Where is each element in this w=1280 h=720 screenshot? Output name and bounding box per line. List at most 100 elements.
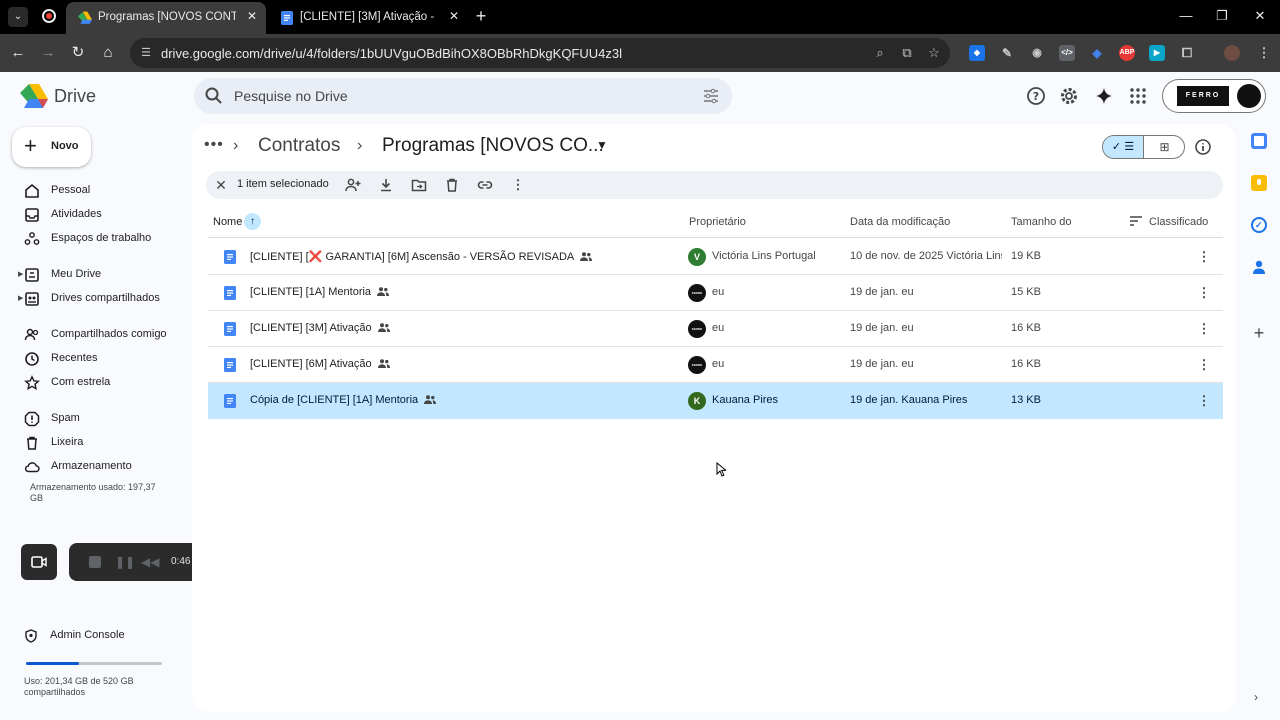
list-view-button[interactable]: ✓ ☰ xyxy=(1103,136,1144,158)
close-tab-icon[interactable]: ✕ xyxy=(244,8,260,24)
browser-tab-docs[interactable]: [CLIENTE] [3M] Ativação - Google Docs ✕ xyxy=(268,2,468,34)
reload-icon[interactable]: ↻ xyxy=(67,42,89,64)
camera-extension-icon[interactable]: ◉ xyxy=(1029,45,1045,61)
minimize-icon[interactable]: — xyxy=(1176,6,1196,26)
sidebar-item-meu-drive[interactable]: ▶ Meu Drive xyxy=(18,264,188,286)
close-window-icon[interactable]: ✕ xyxy=(1250,6,1270,26)
stop-icon[interactable] xyxy=(87,554,103,570)
table-row[interactable]: [CLIENTE] [❌ GARANTIA] [6M] Ascensão - V… xyxy=(208,239,1223,275)
sidebar-item-drives-compartilhados[interactable]: ▶ Drives compartilhados xyxy=(18,288,188,310)
admin-console-link[interactable]: Admin Console xyxy=(18,626,178,646)
install-app-icon[interactable]: ⧉ xyxy=(899,45,915,61)
expand-arrow-icon[interactable]: ▶ xyxy=(18,294,23,302)
sort-options-icon[interactable] xyxy=(1130,216,1142,226)
add-app-icon[interactable]: + xyxy=(1251,324,1267,342)
sidebar-item-atividades[interactable]: Atividades xyxy=(18,204,188,226)
table-row[interactable]: [CLIENTE] [3M] Ativação FERRO eu 19 de jan.… xyxy=(208,311,1223,347)
forward-icon[interactable]: → xyxy=(37,42,59,64)
restore-icon[interactable]: ❐ xyxy=(1212,6,1232,26)
search-bar[interactable] xyxy=(194,78,732,114)
close-icon[interactable]: ✕ xyxy=(212,176,230,194)
breadcrumb-item[interactable]: Contratos xyxy=(258,135,340,157)
apps-grid-icon[interactable] xyxy=(1128,86,1148,106)
more-options-icon[interactable]: ⋮ xyxy=(1196,249,1212,265)
column-name[interactable]: Nome xyxy=(213,216,242,228)
more-actions-icon[interactable]: ⋮ xyxy=(510,177,526,193)
breadcrumb-current[interactable]: Programas [NOVOS CO... xyxy=(382,135,604,157)
share-add-person-icon[interactable] xyxy=(345,177,361,193)
zoom-icon[interactable]: ⌕ xyxy=(872,45,888,61)
caret-down-icon[interactable]: ▼ xyxy=(596,138,608,152)
sidebar-item-armazenamento[interactable]: Armazenamento xyxy=(18,456,188,478)
extensions-puzzle-icon[interactable]: ⧠ xyxy=(1179,45,1195,61)
trash-icon[interactable] xyxy=(444,177,460,193)
sidebar-item-lixeira[interactable]: Lixeira xyxy=(18,432,188,454)
browser-tab-drive[interactable]: Programas [NOVOS CONTRATOS] ✕ xyxy=(66,2,266,34)
rewind-icon[interactable]: ◀◀ xyxy=(141,554,159,570)
contacts-app-icon[interactable] xyxy=(1251,259,1267,275)
download-icon[interactable] xyxy=(378,177,394,193)
column-modified[interactable]: Data da modificação xyxy=(850,216,950,228)
file-name[interactable]: [CLIENTE] [3M] Ativação xyxy=(250,322,390,334)
account-chip[interactable]: FERRO xyxy=(1162,79,1266,113)
back-icon[interactable]: ← xyxy=(7,42,29,64)
more-options-icon[interactable]: ⋮ xyxy=(1196,321,1212,337)
gemini-spark-icon[interactable] xyxy=(1094,86,1114,106)
column-owner[interactable]: Proprietário xyxy=(689,216,746,228)
search-input[interactable] xyxy=(234,78,674,114)
more-options-icon[interactable]: ⋮ xyxy=(1196,285,1212,301)
file-name[interactable]: [CLIENTE] [❌ GARANTIA] [6M] Ascensão - V… xyxy=(250,250,593,263)
keep-app-icon[interactable] xyxy=(1251,175,1267,191)
sidebar-item-compartilhados-comigo[interactable]: Compartilhados comigo xyxy=(18,324,188,346)
table-row[interactable]: Cópia de [CLIENTE] [1A] Mentoria K Kauana … xyxy=(208,383,1223,419)
sidebar-item-espacos[interactable]: Espaços de trabalho xyxy=(18,228,188,250)
tasks-app-icon[interactable]: ✓ xyxy=(1251,217,1267,233)
file-name[interactable]: Cópia de [CLIENTE] [1A] Mentoria xyxy=(250,394,437,406)
help-icon[interactable]: ? xyxy=(1026,86,1046,106)
more-options-icon[interactable]: ⋮ xyxy=(1196,393,1212,409)
play-extension-icon[interactable]: ▶ xyxy=(1149,45,1165,61)
close-tab-icon[interactable]: ✕ xyxy=(446,8,462,24)
url-text[interactable]: drive.google.com/drive/u/4/folders/1bUUV… xyxy=(161,46,622,61)
file-name[interactable]: [CLIENTE] [6M] Ativação xyxy=(250,358,390,370)
bookmark-star-icon[interactable]: ☆ xyxy=(926,45,942,61)
move-to-folder-icon[interactable] xyxy=(411,177,427,193)
sort-label[interactable]: Classificado xyxy=(1149,216,1208,228)
sidebar-item-spam[interactable]: Spam xyxy=(18,408,188,430)
info-icon[interactable] xyxy=(1194,138,1212,156)
sort-ascending-icon[interactable]: ↑ xyxy=(244,213,261,230)
column-size[interactable]: Tamanho do xyxy=(1011,216,1072,228)
sidebar-item-pessoal[interactable]: Pessoal xyxy=(18,180,188,202)
pause-icon[interactable]: ❚❚ xyxy=(115,554,135,570)
table-row[interactable]: [CLIENTE] [6M] Ativação FERRO eu 19 de jan.… xyxy=(208,347,1223,383)
app-name[interactable]: Drive xyxy=(54,86,96,107)
more-options-icon[interactable]: ⋮ xyxy=(1196,357,1212,373)
new-button[interactable]: + Novo xyxy=(12,127,91,167)
address-bar[interactable]: ☰ drive.google.com/drive/u/4/folders/1bU… xyxy=(130,38,950,68)
chevron-right-icon[interactable]: › xyxy=(1254,690,1264,704)
adblock-extension-icon[interactable]: ABP xyxy=(1119,45,1135,61)
tag-extension-icon[interactable]: ◈ xyxy=(1089,45,1105,61)
pen-extension-icon[interactable]: ✎ xyxy=(999,45,1015,61)
grid-view-button[interactable]: ⊞ xyxy=(1144,136,1184,158)
code-extension-icon[interactable]: </> xyxy=(1059,45,1075,61)
recorder-camera-button[interactable] xyxy=(21,544,57,580)
expand-arrow-icon[interactable]: ▶ xyxy=(18,270,23,278)
search-icon[interactable] xyxy=(204,86,224,106)
home-browser-icon[interactable]: ⌂ xyxy=(97,42,119,64)
table-row[interactable]: [CLIENTE] [1A] Mentoria FERRO eu 19 de jan.… xyxy=(208,275,1223,311)
avatar[interactable] xyxy=(1237,84,1261,108)
profile-avatar[interactable] xyxy=(1224,45,1240,61)
site-info-icon[interactable]: ☰ xyxy=(138,45,154,61)
copy-link-icon[interactable] xyxy=(477,177,493,193)
settings-gear-icon[interactable] xyxy=(1059,86,1079,106)
browser-menu-icon[interactable]: ⋮ xyxy=(1256,45,1272,61)
file-name[interactable]: [CLIENTE] [1A] Mentoria xyxy=(250,286,390,298)
calendar-app-icon[interactable] xyxy=(1251,133,1267,149)
extension-icon[interactable]: ◆ xyxy=(969,45,985,61)
breadcrumb-more-icon[interactable]: ••• xyxy=(204,136,224,154)
search-options-icon[interactable] xyxy=(702,87,720,105)
recording-indicator-icon[interactable] xyxy=(42,9,56,23)
sidebar-item-com-estrela[interactable]: Com estrela xyxy=(18,372,188,394)
sidebar-item-recentes[interactable]: Recentes xyxy=(18,348,188,370)
